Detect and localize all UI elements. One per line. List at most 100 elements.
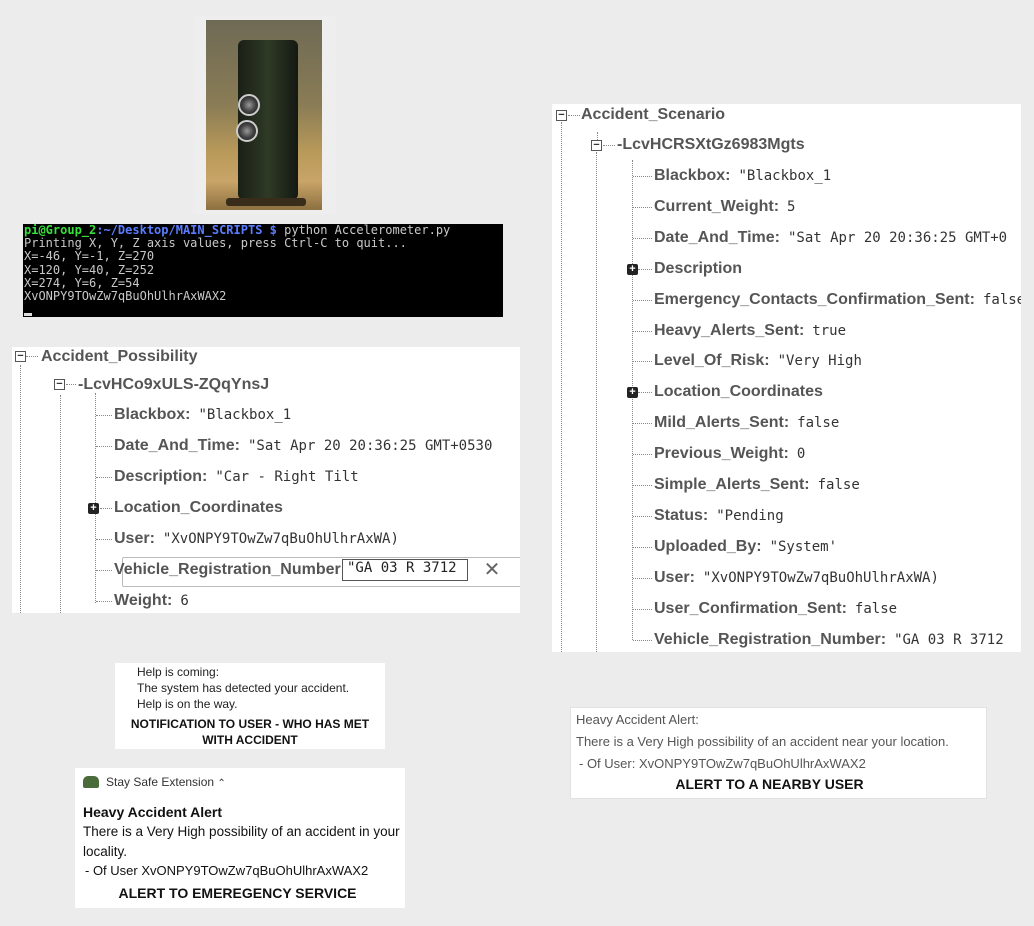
emergency-service-alert: Stay Safe Extension ⌃ Heavy Accident Ale…: [75, 768, 405, 908]
field-key: Simple_Alerts_Sent:: [654, 476, 810, 493]
field-value: "Sat Apr 20 20:36:25 GMT+0: [787, 229, 1008, 246]
tree-root-node[interactable]: Accident_Possibility: [41, 347, 198, 372]
notification-caption: NOTIFICATION TO USER - WHO HAS MET: [130, 717, 370, 731]
alert-title: Heavy Accident Alert:: [576, 712, 699, 727]
alert-caption: ALERT TO A NEARBY USER: [675, 776, 864, 792]
terminal-output-line: X=-46, Y=-1, Z=270: [24, 249, 155, 264]
nearby-user-alert: Heavy Accident Alert: There is a Very Hi…: [570, 707, 987, 799]
field-value: "Very High: [777, 353, 862, 370]
alert-from: - Of User XvONPY9TOwZw7qBuOhUlhrAxWAX2: [85, 863, 369, 878]
notification-caption: WITH ACCIDENT: [202, 733, 298, 747]
field-row[interactable]: User: "XvONPY9TOwZw7qBuOhUlhrAxWA): [114, 524, 399, 554]
field-value: "Blackbox_1: [198, 407, 292, 423]
field-row[interactable]: Uploaded_By: "System': [654, 532, 837, 562]
expand-icon[interactable]: +: [627, 263, 638, 275]
field-value: "Car - Right Tilt: [215, 469, 359, 485]
collapse-child-icon[interactable]: −: [54, 379, 65, 390]
field-value: "Sat Apr 20 20:36:25 GMT+0530: [247, 438, 493, 454]
accident-scenario-panel: − Accident_Scenario − -LcvHCRSXtGz6983Mg…: [552, 104, 1021, 652]
field-key: Emergency_Contacts_Confirmation_Sent:: [654, 290, 975, 308]
field-row[interactable]: Current_Weight: 5: [654, 192, 795, 222]
field-row[interactable]: Description: [654, 254, 742, 284]
field-key: Current_Weight:: [654, 197, 780, 215]
field-value: "Pending: [716, 507, 784, 524]
field-row[interactable]: Location_Coordinates: [654, 377, 823, 407]
chevron-up-icon[interactable]: ⌃: [217, 778, 225, 789]
app-name: Stay Safe Extension ⌃: [106, 775, 226, 789]
notification-line: Help is coming:: [137, 665, 220, 679]
field-key: Blackbox:: [654, 167, 731, 184]
field-key: Blackbox:: [114, 406, 191, 423]
field-row[interactable]: Blackbox: "Blackbox_1: [654, 161, 831, 191]
app-name-label: Stay Safe Extension: [106, 775, 215, 789]
vehicle-registration-input[interactable]: "GA 03 R 3712: [342, 559, 468, 581]
field-row[interactable]: Level_Of_Risk: "Very High: [654, 346, 862, 376]
collapse-child-icon[interactable]: −: [591, 140, 602, 151]
field-value: false: [797, 415, 840, 432]
terminal-output-line: XvONPY9TOwZw7qBuOhUlhrAxWAX2: [24, 289, 227, 304]
alert-body: There is a Very High possibility of an a…: [576, 734, 949, 749]
field-row[interactable]: Location_Coordinates: [114, 493, 283, 523]
collapse-root-icon[interactable]: −: [556, 110, 567, 121]
field-row[interactable]: Blackbox: "Blackbox_1: [114, 400, 291, 430]
terminal-cursor-line: [23, 303, 503, 317]
field-value: 5: [787, 198, 796, 215]
field-row[interactable]: Vehicle_Registration_Number: "GA 03 R 371…: [654, 625, 1004, 653]
field-row[interactable]: Description: "Car - Right Tilt: [114, 462, 359, 492]
field-key: User_Confirmation_Sent:: [654, 599, 847, 617]
field-value: "System': [769, 538, 838, 555]
field-value: true: [812, 322, 847, 339]
field-key: User:: [654, 568, 695, 586]
field-value: false: [982, 291, 1021, 308]
field-key: Date_And_Time:: [114, 437, 240, 454]
field-row[interactable]: Status: "Pending: [654, 501, 784, 531]
field-key: Status:: [654, 506, 709, 524]
collapse-root-icon[interactable]: −: [15, 351, 26, 362]
field-key: Location_Coordinates: [114, 499, 283, 516]
user-notification: Help is coming: The system has detected …: [115, 663, 385, 749]
close-icon[interactable]: ✕: [480, 558, 504, 582]
field-key: Description:: [114, 468, 208, 485]
field-row[interactable]: Date_And_Time: "Sat Apr 20 20:36:25 GMT+0: [654, 223, 1007, 253]
field-row[interactable]: Emergency_Contacts_Confirmation_Sent: fal…: [654, 285, 1021, 315]
terminal-output-line: X=120, Y=40, Z=252: [24, 262, 155, 277]
terminal-path: :~/Desktop/MAIN_SCRIPTS $: [96, 223, 277, 237]
field-key: User:: [114, 530, 155, 547]
field-value: false: [854, 600, 898, 617]
field-value: 0: [796, 446, 806, 463]
app-icon: [83, 776, 99, 788]
field-row[interactable]: Previous_Weight: 0: [654, 439, 805, 469]
alert-body: locality.: [83, 844, 128, 859]
field-value: "XvONPY9TOwZw7qBuOhUlhrAxWA): [702, 569, 939, 586]
expand-icon[interactable]: +: [88, 503, 99, 514]
field-row[interactable]: Date_And_Time: "Sat Apr 20 20:36:25 GMT+0…: [114, 431, 492, 461]
terminal-cursor: [24, 313, 32, 317]
terminal-user-host: pi@Group_2: [24, 223, 97, 237]
field-row[interactable]: Mild_Alerts_Sent: false: [654, 408, 839, 438]
alert-title: Heavy Accident Alert: [83, 804, 223, 820]
alert-body: There is a Very High possibility of an a…: [83, 824, 400, 839]
field-row[interactable]: Simple_Alerts_Sent: false: [654, 470, 860, 500]
field-row[interactable]: User: "XvONPY9TOwZw7qBuOhUlhrAxWA): [654, 563, 939, 593]
expand-icon[interactable]: +: [627, 387, 638, 399]
alert-caption: ALERT TO EMEREGENCY SERVICE: [118, 885, 357, 901]
field-row[interactable]: Weight: 6: [114, 586, 189, 613]
field-key: Previous_Weight:: [654, 445, 789, 463]
field-value: 6: [180, 593, 189, 609]
tree-root-node[interactable]: Accident_Scenario: [581, 104, 725, 130]
tree-child-label: -LcvHCRSXtGz6983Mgts: [617, 136, 805, 153]
field-key: Date_And_Time:: [654, 228, 780, 246]
field-key: Mild_Alerts_Sent:: [654, 414, 790, 432]
terminal-command: python Accelerometer.py: [276, 223, 451, 237]
field-value: "XvONPY9TOwZw7qBuOhUlhrAxWA): [162, 531, 399, 547]
field-key: Level_Of_Risk:: [654, 352, 770, 370]
tree-child-node[interactable]: -LcvHCRSXtGz6983Mgts: [617, 130, 805, 160]
field-value: "Blackbox_1: [738, 168, 832, 184]
field-key: Weight:: [114, 592, 173, 609]
field-row[interactable]: User_Confirmation_Sent: false: [654, 594, 897, 624]
field-value: false: [817, 477, 860, 493]
tree-root-label: Accident_Scenario: [581, 106, 726, 123]
field-row[interactable]: Heavy_Alerts_Sent: true: [654, 316, 846, 346]
tree-child-node[interactable]: -LcvHCo9xULS-ZQqYnsJ: [78, 370, 269, 400]
field-key: Uploaded_By:: [654, 537, 762, 555]
